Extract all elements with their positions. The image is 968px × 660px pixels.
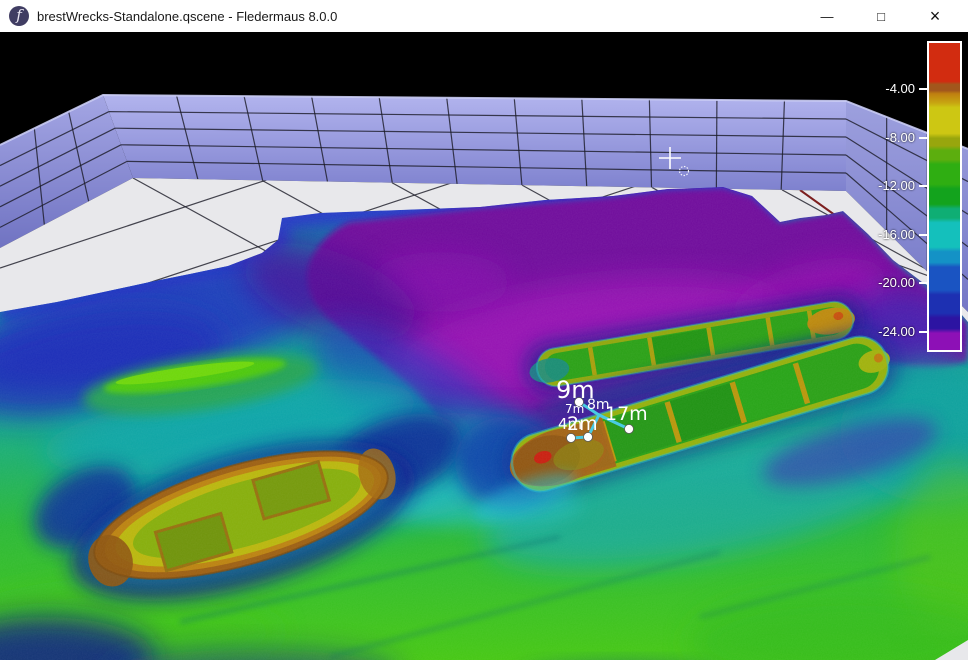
colorbar-tick xyxy=(919,331,927,333)
colorbar-tick-label: -8.00 xyxy=(855,130,915,146)
measure-label: 17m xyxy=(605,403,648,425)
maximize-button[interactable]: □ xyxy=(858,0,904,32)
colorbar-gradient xyxy=(927,41,962,352)
scene-3d-view[interactable]: 9m7m8m17m4m2m xyxy=(0,32,968,660)
minimize-button[interactable]: — xyxy=(804,0,850,32)
colorbar-tick xyxy=(919,137,927,139)
fledermaus-f-icon: f xyxy=(9,6,29,26)
app-window: f brestWrecks-Standalone.qscene - Fleder… xyxy=(0,0,968,660)
scene-viewport[interactable]: 9m7m8m17m4m2m -4.00 -8.00 -12.00 -16.00 -20.… xyxy=(0,32,968,660)
colorbar-tick xyxy=(919,88,927,90)
app-icon-letter: f xyxy=(16,8,22,23)
colorbar-tick xyxy=(919,185,927,187)
colorbar-tick-label: -16.00 xyxy=(855,227,915,243)
colorbar-tick-label: -24.00 xyxy=(855,324,915,340)
window-title: brestWrecks-Standalone.qscene - Flederma… xyxy=(37,9,337,24)
colorbar-tick xyxy=(919,234,927,236)
colorbar-tick-label: -12.00 xyxy=(855,178,915,194)
colorbar-tick-label: -4.00 xyxy=(855,81,915,97)
depth-colorbar: -4.00 -8.00 -12.00 -16.00 -20.00 -24.00 xyxy=(830,41,962,354)
colorbar-tick-label: -20.00 xyxy=(855,275,915,291)
back-wall xyxy=(103,95,846,191)
titlebar: f brestWrecks-Standalone.qscene - Fleder… xyxy=(0,0,968,32)
colorbar-tick xyxy=(919,282,927,284)
close-button[interactable]: × xyxy=(912,0,958,32)
measure-label: 2m xyxy=(567,413,598,435)
